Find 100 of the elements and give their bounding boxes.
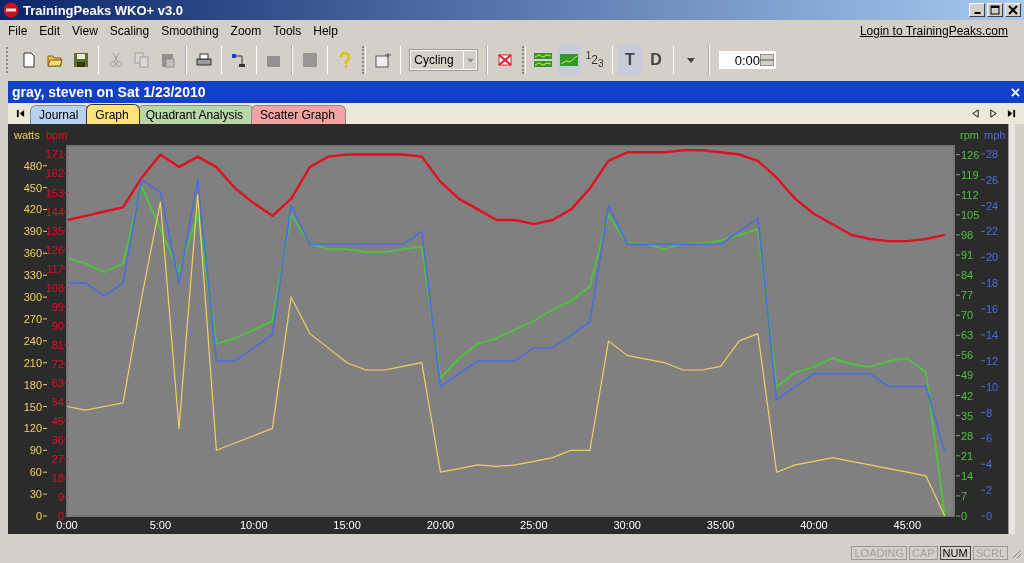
tick-label: 40:00 (800, 519, 828, 531)
tick-label: 105 (961, 208, 980, 221)
logo-icon (3, 2, 19, 18)
minimize-icon (973, 12, 981, 14)
tick-label: 81 (51, 338, 64, 351)
tick-label: 150 (23, 400, 42, 413)
tick-label: 5:00 (149, 519, 172, 531)
tick-label: 0:00 (56, 519, 78, 531)
axis-label: bpm (46, 129, 68, 141)
last-icon[interactable] (1007, 109, 1016, 118)
tick-label: 98 (961, 228, 974, 241)
menu-item[interactable]: Scaling (103, 23, 156, 38)
tab[interactable]: Graph (86, 104, 140, 124)
maximize-button[interactable] (987, 3, 1003, 17)
tick-label: 6 (986, 432, 993, 445)
tick-label: 0 (961, 510, 968, 522)
tick-label: 108 (45, 281, 64, 294)
tick-label: 22 (986, 225, 999, 238)
tick-label: 0 (35, 510, 42, 522)
menu-item[interactable]: Help (307, 23, 344, 38)
tick-label: 126 (45, 243, 64, 256)
tick-label: 28 (961, 429, 974, 442)
tick-label: 119 (961, 168, 979, 181)
tick-label: 90 (29, 444, 42, 457)
menu-item[interactable]: Tools (267, 23, 308, 38)
tick-label: 330 (23, 269, 42, 282)
tick-label: 126 (961, 148, 980, 161)
tick-label: 120 (23, 422, 42, 435)
scrollbar[interactable] (1008, 124, 1015, 534)
tick-label: 30:00 (613, 519, 641, 531)
tick-label: 72 (51, 357, 64, 370)
axis-label: mph (984, 129, 1006, 141)
tick-label: 24 (986, 199, 999, 212)
tick-label: 63 (961, 329, 974, 342)
tick-label: 30 (29, 488, 42, 501)
tick-label: 91 (961, 249, 974, 261)
tick-label: 10:00 (239, 519, 268, 531)
toggle-button[interactable]: T (618, 45, 642, 75)
tick-label: 42 (961, 389, 974, 402)
tick-label: 28 (986, 147, 999, 160)
menu-item[interactable]: View (66, 23, 104, 38)
close-button[interactable] (1005, 3, 1021, 17)
tick-label: 20 (986, 251, 999, 264)
tick-label: 20:00 (426, 519, 455, 531)
close-icon[interactable] (1011, 87, 1020, 97)
tick-label: 14 (961, 469, 974, 482)
tick-label: 270 (23, 312, 42, 325)
first-icon[interactable] (16, 109, 25, 118)
tick-label: 45:00 (893, 519, 922, 531)
maximize-icon (990, 5, 1000, 15)
tick-label: 4 (986, 458, 993, 471)
time-field[interactable]: 0:00 (718, 51, 776, 69)
tick-label: 360 (23, 247, 42, 260)
tick-label: 18 (986, 277, 999, 290)
tick-label: 0 (57, 510, 64, 522)
tick-label: 0 (986, 510, 993, 522)
tick-label: 135 (45, 224, 64, 237)
tick-label: 180 (23, 378, 42, 391)
tick-label: 49 (961, 369, 974, 382)
tick-label: 15:00 (333, 519, 361, 531)
tick-label: 35:00 (706, 519, 735, 531)
toggle-button[interactable]: D (644, 45, 668, 75)
tick-label: 18 (51, 471, 64, 484)
tick-label: 99 (51, 300, 64, 313)
tick-label: 26 (986, 173, 999, 186)
tick-label: 16 (986, 303, 999, 315)
sport-select[interactable]: Cycling (410, 50, 478, 70)
minimize-button[interactable] (969, 3, 985, 17)
tick-label: 90 (51, 319, 64, 332)
tick-label: 84 (961, 269, 974, 282)
menu-item[interactable]: File (2, 23, 34, 38)
login-link[interactable]: Login to TrainingPeaks.com (859, 23, 1008, 38)
menu-item[interactable]: Smoothing (155, 23, 225, 38)
tick-label: 35 (961, 409, 974, 422)
tab[interactable]: Scatter Graph (251, 105, 346, 124)
next-icon[interactable] (989, 109, 998, 118)
menu-item[interactable]: Edit (33, 23, 67, 38)
tick-label: 27 (51, 452, 64, 465)
tick-label: 2 (986, 484, 993, 497)
tick-label: 480 (23, 159, 42, 172)
toggle-button[interactable]: $^{1}$2$_{3}$ (582, 45, 607, 75)
tick-label: 63 (51, 376, 64, 389)
resize-grip-icon[interactable] (1010, 547, 1022, 559)
dropdown-arrow-icon (466, 56, 474, 64)
menu-item[interactable]: Zoom (224, 23, 268, 38)
tick-label: 70 (961, 309, 974, 322)
tick-label: 210 (23, 356, 42, 369)
tick-label: 240 (23, 334, 42, 347)
status-indicator: NUM (939, 546, 971, 560)
tick-label: 450 (23, 181, 42, 194)
tick-label: 25:00 (520, 519, 548, 531)
tick-label: 56 (961, 349, 974, 362)
tick-label: 14 (986, 328, 999, 341)
tick-label: 171 (45, 148, 64, 161)
axis-label: watts (14, 129, 40, 141)
tick-label: 390 (23, 225, 42, 238)
close-icon (1008, 5, 1018, 15)
previous-icon[interactable] (971, 109, 980, 118)
tick-label: 420 (23, 203, 42, 216)
document-title: gray, steven on Sat 1/23/2010 (12, 84, 206, 100)
